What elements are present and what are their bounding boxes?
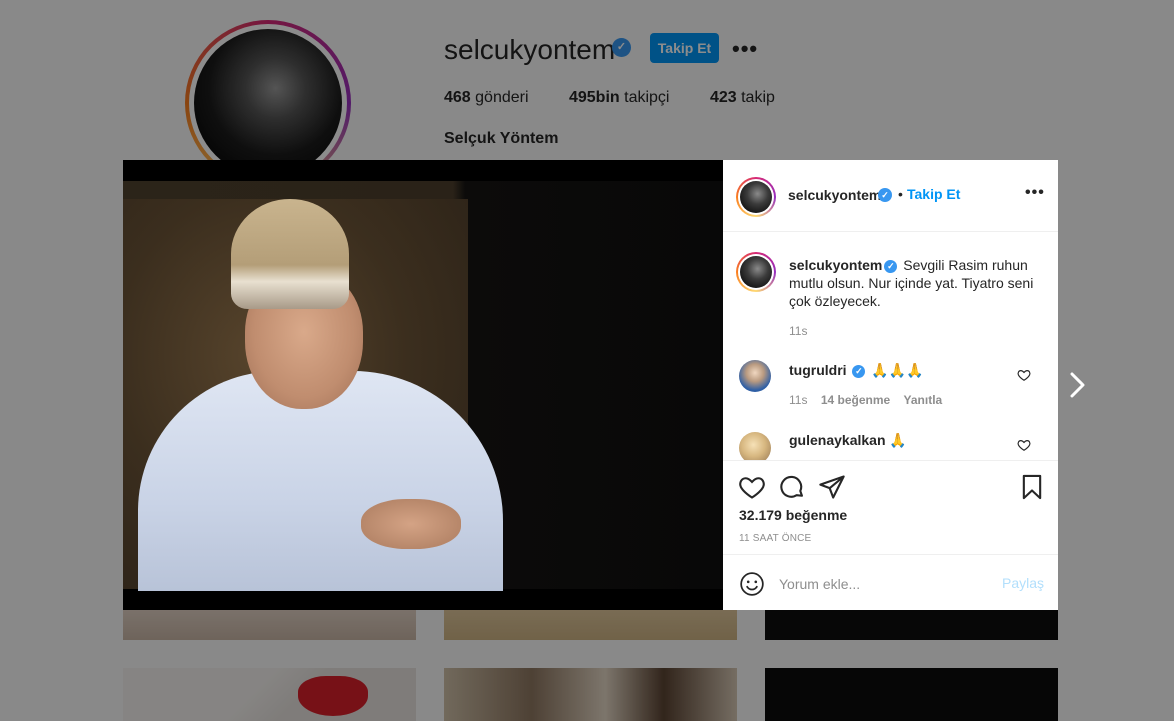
post-follow-button[interactable]: Takip Et (907, 186, 960, 202)
like-heart-icon[interactable] (738, 473, 766, 501)
caption-username[interactable]: selcukyontem (789, 257, 882, 273)
bookmark-icon[interactable] (1018, 473, 1046, 501)
separator-dot: • (898, 186, 903, 202)
post-comment-button[interactable]: Paylaş (1002, 575, 1044, 591)
comment-text: gulenaykalkan 🙏 (789, 432, 907, 449)
caption-text: selcukyontem ✓ Sevgili Rasim ruhun mutlu … (789, 256, 1039, 310)
comment-like-heart-icon[interactable] (1017, 368, 1031, 382)
post-side-panel: selcukyontem ✓ • Takip Et ••• selcukyont… (723, 160, 1058, 610)
comment-time[interactable]: 11s (789, 393, 807, 407)
emoji-smiley-icon[interactable] (739, 571, 765, 597)
grid-post-tile[interactable] (123, 668, 416, 721)
comment-avatar[interactable] (739, 360, 771, 392)
post-actions: 32.179 beğenme 11 SAAT ÖNCE (723, 460, 1058, 554)
comment-avatar[interactable] (739, 432, 771, 460)
post-photo (123, 181, 723, 591)
comment-likes[interactable]: 14 beğenme (821, 393, 890, 407)
stat-posts[interactable]: 468 gönderi (444, 89, 529, 106)
verified-badge-icon: ✓ (884, 259, 898, 273)
comment-username[interactable]: tugruldri (789, 362, 847, 378)
profile-username: selcukyontem (444, 34, 616, 65)
more-horizontal-icon[interactable]: ••• (1025, 184, 1045, 202)
comment-bubble-icon[interactable] (778, 473, 806, 501)
comment-body: 🙏 (889, 432, 907, 448)
comment-input[interactable] (779, 572, 989, 596)
comment-meta: 11s 14 beğenme Yanıtla (789, 393, 952, 407)
stat-following[interactable]: 423 takip (710, 89, 775, 106)
post-author-username[interactable]: selcukyontem (788, 187, 881, 203)
comments-list[interactable]: selcukyontem ✓ Sevgili Rasim ruhun mutlu … (723, 232, 1058, 460)
grid-post-tile[interactable] (444, 668, 737, 721)
caption-author-avatar[interactable] (736, 252, 776, 292)
chevron-right-icon[interactable] (1066, 370, 1090, 400)
post-image-container[interactable] (123, 160, 723, 610)
more-horizontal-icon[interactable]: ••• (732, 36, 758, 62)
profile-stats: 468 gönderi 495bin takipçi 423 takip (444, 89, 811, 107)
add-comment-bar: Paylaş (723, 554, 1058, 610)
post-header: selcukyontem ✓ • Takip Et ••• (723, 160, 1058, 232)
verified-badge-icon: ✓ (852, 364, 866, 378)
comment-body: 🙏🙏🙏 (871, 362, 924, 378)
profile-follow-button[interactable]: Takip Et (650, 33, 719, 63)
comment-like-heart-icon[interactable] (1017, 438, 1031, 452)
post-author-avatar[interactable] (736, 177, 776, 217)
caption-time[interactable]: 11s (789, 324, 807, 338)
grid-post-tile[interactable] (765, 668, 1058, 721)
comment-username[interactable]: gulenaykalkan (789, 432, 886, 448)
verified-badge-icon: ✓ (878, 188, 892, 202)
comment-text: tugruldri ✓ 🙏🙏🙏 (789, 362, 924, 379)
likes-count[interactable]: 32.179 beğenme (739, 507, 847, 523)
post-time-ago[interactable]: 11 SAAT ÖNCE (739, 533, 811, 544)
profile-full-name: Selçuk Yöntem (444, 130, 559, 147)
stat-followers[interactable]: 495bin takipçi (569, 89, 670, 106)
share-paper-plane-icon[interactable] (818, 473, 846, 501)
comment-reply-button[interactable]: Yanıtla (904, 393, 943, 407)
verified-badge-icon: ✓ (612, 38, 631, 57)
